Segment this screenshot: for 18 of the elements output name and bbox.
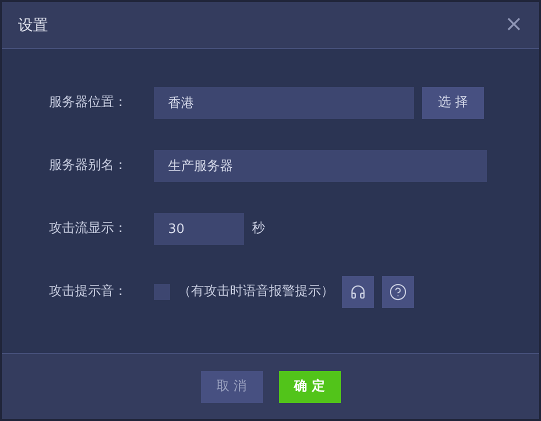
help-icon: [389, 283, 407, 301]
window-title: 设置: [18, 14, 48, 36]
input-field[interactable]: 香港: [154, 87, 414, 119]
hint-text: （有攻击时语音报警提示）: [178, 283, 334, 302]
checkbox[interactable]: [154, 284, 170, 300]
input-field[interactable]: 生产服务器: [154, 150, 487, 182]
unit-label: 秒: [252, 220, 265, 238]
select-button[interactable]: 选 择: [422, 87, 484, 119]
field-label: 服务器位置：: [49, 94, 128, 112]
field-label: 攻击流显示：: [49, 220, 128, 238]
cancel-button[interactable]: 取 消: [200, 370, 262, 402]
field-label: 攻击提示音：: [49, 283, 128, 302]
input-field[interactable]: 30: [154, 213, 244, 245]
headphones-icon: [350, 284, 366, 300]
close-button[interactable]: ×: [504, 14, 523, 36]
field-label: 服务器别名：: [49, 157, 128, 176]
headphones-button[interactable]: [342, 276, 374, 308]
help-button[interactable]: [382, 276, 414, 308]
